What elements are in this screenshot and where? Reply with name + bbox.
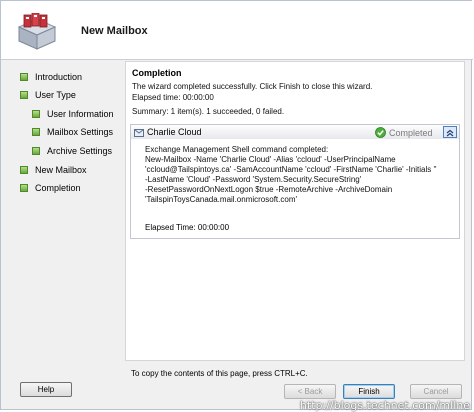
cancel-button[interactable]: Cancel [410,384,462,399]
step-bullet-icon [20,73,28,81]
nav-step-label: Introduction [35,72,83,82]
task-name: Charlie Cloud [147,127,202,137]
mailbox-icon [17,12,57,51]
mailbox-user-icon [134,128,144,137]
step-bullet-icon [32,147,40,155]
chevron-up-icon [446,125,454,140]
nav-step-label: User Information [47,109,114,119]
wizard-title: New Mailbox [81,25,148,37]
nav-step-mailbox-settings[interactable]: Mailbox Settings [32,125,113,139]
finish-button[interactable]: Finish [343,384,395,399]
elapsed-time: Elapsed time: 00:00:00 [132,93,214,102]
check-circle-icon [375,127,386,138]
nav-step-user-type[interactable]: User Type [20,88,76,102]
help-button[interactable]: Help [20,382,72,397]
nav-step-label: Completion [35,183,81,193]
step-bullet-icon [20,166,28,174]
step-bullet-icon [32,110,40,118]
nav-step-label: New Mailbox [35,165,87,175]
nav-step-label: User Type [35,90,76,100]
task-details: Exchange Management Shell command comple… [130,139,460,239]
task-elapsed-time: Elapsed Time: 00:00:00 [145,223,230,232]
watermark-url: http://blogs.technet.com/mllne [299,399,470,412]
nav-step-archive-settings[interactable]: Archive Settings [32,144,112,158]
task-status-label: Completed [389,127,433,138]
nav-step-introduction[interactable]: Introduction [20,70,82,84]
copy-hint: To copy the contents of this page, press… [131,369,308,378]
wizard-steps-nav: Introduction User Type User Information … [1,61,121,361]
page-title: Completion [132,68,182,78]
completion-message: The wizard completed successfully. Click… [132,82,373,91]
back-button[interactable]: < Back [284,384,336,399]
nav-step-new-mailbox[interactable]: New Mailbox [20,163,87,177]
wizard-window: New Mailbox Introduction User Type User … [0,0,473,410]
completion-panel: Completion The wizard completed successf… [125,61,465,361]
collapse-button[interactable] [443,126,457,138]
nav-step-completion[interactable]: Completion [20,181,81,195]
nav-step-user-information[interactable]: User Information [32,107,114,121]
task-header[interactable]: Charlie Cloud Completed [130,124,460,140]
nav-step-label: Mailbox Settings [47,127,114,137]
step-bullet-icon [32,128,40,136]
wizard-header: New Mailbox [1,1,473,60]
summary-text: Summary: 1 item(s). 1 succeeded, 0 faile… [132,107,285,116]
shell-command-text: Exchange Management Shell command comple… [145,145,437,204]
step-bullet-icon [20,91,28,99]
task-status: Completed [375,127,433,138]
nav-step-label: Archive Settings [47,146,113,156]
step-bullet-icon [20,184,28,192]
